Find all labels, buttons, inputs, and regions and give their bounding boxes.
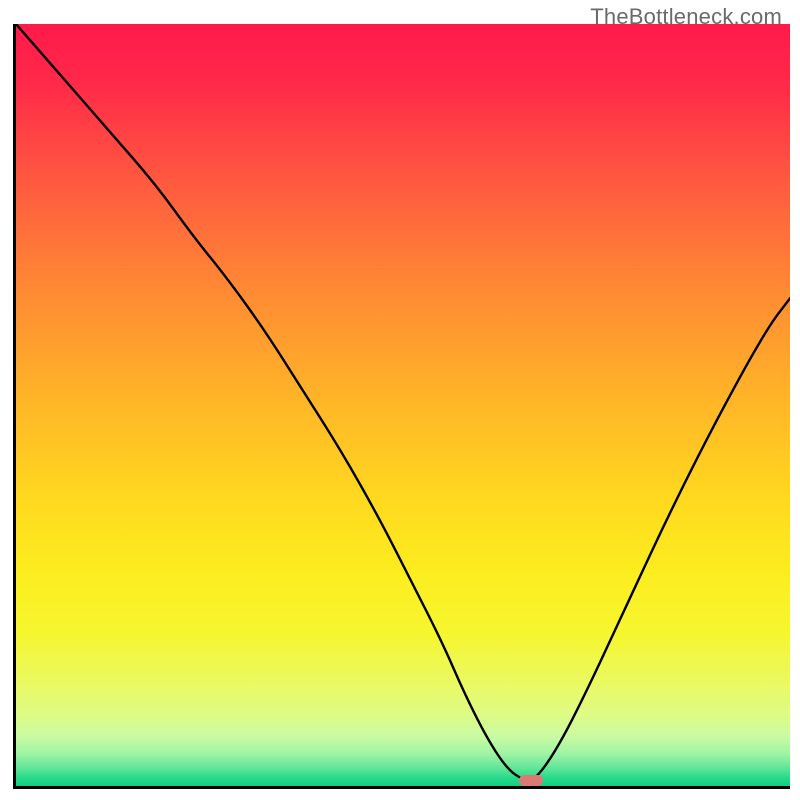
optimal-point-marker — [519, 775, 543, 786]
chart-container: TheBottleneck.com — [0, 0, 800, 800]
plot-area — [13, 24, 790, 789]
bottleneck-curve — [16, 24, 790, 786]
watermark-text: TheBottleneck.com — [590, 4, 782, 30]
